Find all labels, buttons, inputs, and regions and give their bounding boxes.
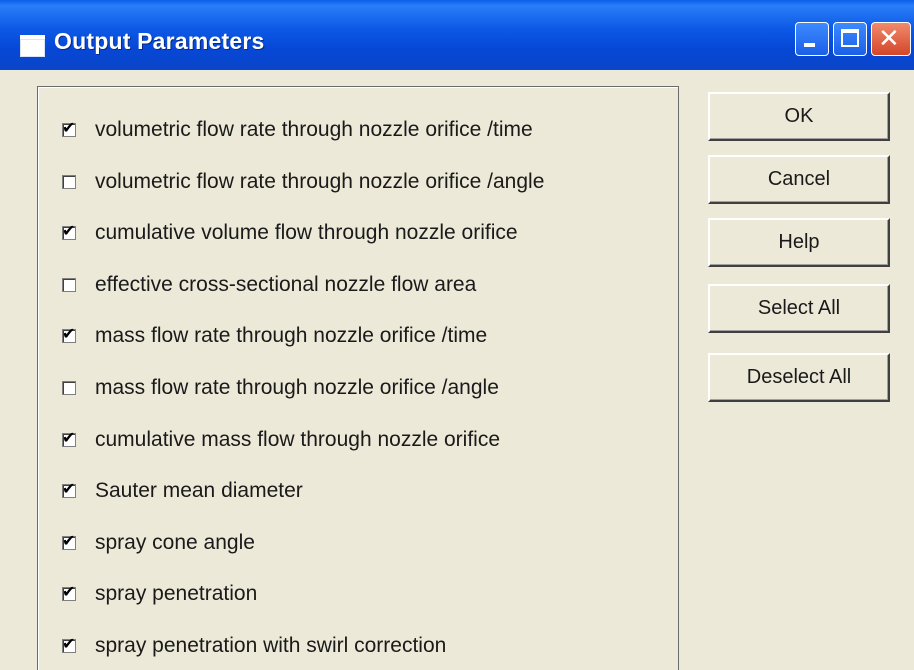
window-title: Output Parameters	[54, 28, 265, 54]
checkmark-icon: ✔	[62, 221, 76, 240]
minimize-button[interactable]	[795, 22, 829, 56]
option-checkbox[interactable]: ✔	[62, 118, 76, 137]
close-button[interactable]: ✕	[871, 22, 911, 56]
option-label: Sauter mean diameter	[95, 479, 303, 502]
maximize-icon	[841, 29, 859, 47]
window-icon	[20, 35, 45, 57]
option-checkbox[interactable]: ✔	[62, 324, 76, 343]
option-checkbox[interactable]	[62, 381, 76, 395]
option-label: volumetric flow rate through nozzle orif…	[95, 170, 545, 193]
option-checkbox[interactable]: ✔	[62, 531, 76, 550]
option-label: spray cone angle	[95, 531, 255, 554]
option-checkbox[interactable]	[62, 175, 76, 189]
option-label: mass flow rate through nozzle orifice /a…	[95, 376, 499, 399]
output-parameters-dialog: Output Parameters ✕ ✔ volumetric flow rat…	[0, 0, 914, 670]
option-checkbox[interactable]: ✔	[62, 634, 76, 653]
help-button[interactable]: Help	[708, 218, 890, 267]
option-label: cumulative volume flow through nozzle or…	[95, 221, 518, 244]
option-label: spray penetration	[95, 582, 258, 605]
option-checkbox[interactable]	[62, 278, 76, 292]
maximize-button[interactable]	[833, 22, 867, 56]
option-label: spray penetration with swirl correction	[95, 634, 447, 657]
deselect-all-button[interactable]: Deselect All	[708, 353, 890, 402]
checkmark-icon: ✔	[62, 118, 76, 137]
checkmark-icon: ✔	[62, 428, 76, 447]
cancel-button[interactable]: Cancel	[708, 155, 890, 204]
option-checkbox[interactable]: ✔	[62, 582, 76, 601]
option-row[interactable]: ✔ spray penetration	[62, 580, 257, 608]
option-row[interactable]: volumetric flow rate through nozzle orif…	[62, 168, 544, 196]
option-row[interactable]: ✔ mass flow rate through nozzle orifice /…	[62, 322, 487, 350]
minimize-icon	[804, 43, 815, 47]
option-row[interactable]: effective cross-sectional nozzle flow ar…	[62, 271, 476, 299]
title-bar[interactable]: Output Parameters ✕	[0, 0, 914, 70]
option-row[interactable]: ✔ Sauter mean diameter	[62, 477, 303, 505]
close-icon: ✕	[878, 24, 900, 54]
option-label: mass flow rate through nozzle orifice /t…	[95, 324, 488, 347]
option-row[interactable]: ✔ cumulative mass flow through nozzle ori…	[62, 426, 500, 454]
option-checkbox[interactable]: ✔	[62, 479, 76, 498]
checkmark-icon: ✔	[62, 531, 76, 550]
option-checkbox[interactable]: ✔	[62, 428, 76, 447]
option-row[interactable]: mass flow rate through nozzle orifice /a…	[62, 374, 499, 402]
checkmark-icon: ✔	[62, 582, 76, 601]
checkmark-icon: ✔	[62, 324, 76, 343]
option-row[interactable]: ✔ spray penetration with swirl correction	[62, 632, 446, 660]
select-all-button[interactable]: Select All	[708, 284, 890, 333]
checkmark-icon: ✔	[62, 479, 76, 498]
ok-button[interactable]: OK	[708, 92, 890, 141]
option-checkbox[interactable]: ✔	[62, 221, 76, 240]
option-row[interactable]: ✔ spray cone angle	[62, 529, 255, 557]
option-row[interactable]: ✔ volumetric flow rate through nozzle ori…	[62, 116, 533, 144]
option-label: cumulative mass flow through nozzle orif…	[95, 428, 501, 451]
option-row[interactable]: ✔ cumulative volume flow through nozzle o…	[62, 219, 518, 247]
option-label: effective cross-sectional nozzle flow ar…	[95, 273, 477, 296]
option-label: volumetric flow rate through nozzle orif…	[95, 118, 533, 141]
checkmark-icon: ✔	[62, 634, 76, 653]
